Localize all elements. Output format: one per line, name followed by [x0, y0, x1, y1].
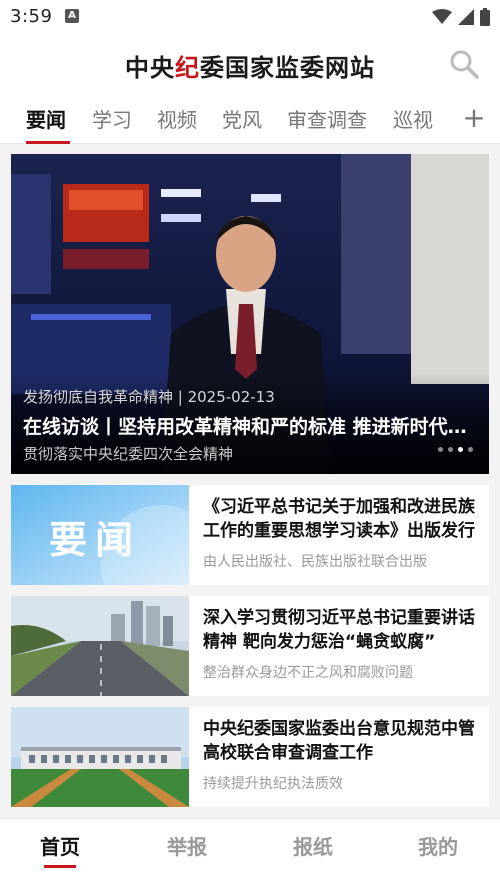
hero-subtitle: 贯彻落实中央纪委四次全会精神 [23, 445, 234, 463]
tab-dangfeng[interactable]: 党风 [222, 104, 262, 133]
article-thumbnail [11, 596, 189, 696]
article-source: 持续提升执纪执法质效 [203, 776, 343, 792]
thumbnail-caption: 要闻 [49, 517, 142, 562]
hero-title[interactable]: 在线访谈丨坚持用改革精神和严的标准 推进新时代纪检监察工作高质量发展 [23, 412, 479, 439]
article-title: 《习近平总书记关于加强和改进民族工作的重要思想学习读本》出版发行 [203, 497, 475, 541]
status-time: 3:59 [10, 6, 53, 27]
hero-carousel[interactable]: 发扬彻底自我革命精神 | 2025-02-13 在线访谈丨坚持用改革精神和严的标… [11, 154, 489, 474]
carousel-indicator [438, 447, 473, 452]
carousel-dot-active [458, 447, 463, 452]
article-card[interactable]: 深入学习贯彻习近平总书记重要讲话精神 靶向发力惩治“蝇贪蚁腐” 整治群众身边不正… [11, 596, 489, 696]
battery-icon [480, 8, 490, 26]
article-source: 由人民出版社、民族出版社联合出版 [203, 554, 427, 570]
tab-yaowen[interactable]: 要闻 [26, 104, 66, 133]
site-title-part1: 中央 [125, 53, 175, 82]
search-button[interactable] [448, 48, 480, 80]
site-title-part2: 委国家监委网站 [200, 53, 375, 82]
nav-newspaper[interactable]: 报纸 [273, 831, 353, 860]
channel-tabs: 要闻 学习 视频 党风 审查调查 巡视 [0, 94, 500, 144]
bottom-navigation: 首页 举报 报纸 我的 [0, 818, 500, 888]
carousel-dot [448, 447, 453, 452]
nav-home[interactable]: 首页 [20, 831, 100, 860]
nav-mine[interactable]: 我的 [398, 831, 478, 860]
article-thumbnail [11, 707, 189, 807]
status-bar: 3:59 A [0, 0, 500, 34]
carousel-dot [438, 447, 443, 452]
search-icon [450, 50, 479, 79]
article-card[interactable]: 要闻 《习近平总书记关于加强和改进民族工作的重要思想学习读本》出版发行 由人民出… [11, 485, 489, 585]
article-thumbnail: 要闻 [11, 485, 189, 585]
hero-tag: 发扬彻底自我革命精神 | 2025-02-13 [23, 388, 275, 406]
article-title: 中央纪委国家监委出台意见规范中管高校联合审查调查工作 [203, 719, 475, 763]
signal-icon [458, 9, 474, 25]
active-tab-indicator [26, 141, 70, 144]
add-channel-button[interactable]: + [462, 103, 486, 133]
status-icons [432, 8, 490, 26]
tab-shencha-diaocha[interactable]: 审查调查 [287, 104, 367, 133]
article-card[interactable]: 中央纪委国家监委出台意见规范中管高校联合审查调查工作 持续提升执纪执法质效 [11, 707, 489, 807]
app-header: 中央纪委国家监委网站 [0, 34, 500, 94]
site-title: 中央纪委国家监委网站 [0, 48, 500, 83]
site-title-highlight: 纪 [175, 53, 200, 82]
carousel-dot [468, 447, 473, 452]
tab-shipin[interactable]: 视频 [157, 104, 197, 133]
article-source: 整治群众身边不正之风和腐败问题 [203, 665, 413, 681]
nav-report[interactable]: 举报 [147, 831, 227, 860]
active-nav-indicator [44, 865, 76, 868]
tab-xunshi[interactable]: 巡视 [393, 104, 433, 133]
article-title: 深入学习贯彻习近平总书记重要讲话精神 靶向发力惩治“蝇贪蚁腐” [203, 608, 475, 652]
tab-xuexi[interactable]: 学习 [92, 104, 132, 133]
app-notification-icon: A [65, 9, 79, 23]
wifi-icon [432, 9, 452, 24]
